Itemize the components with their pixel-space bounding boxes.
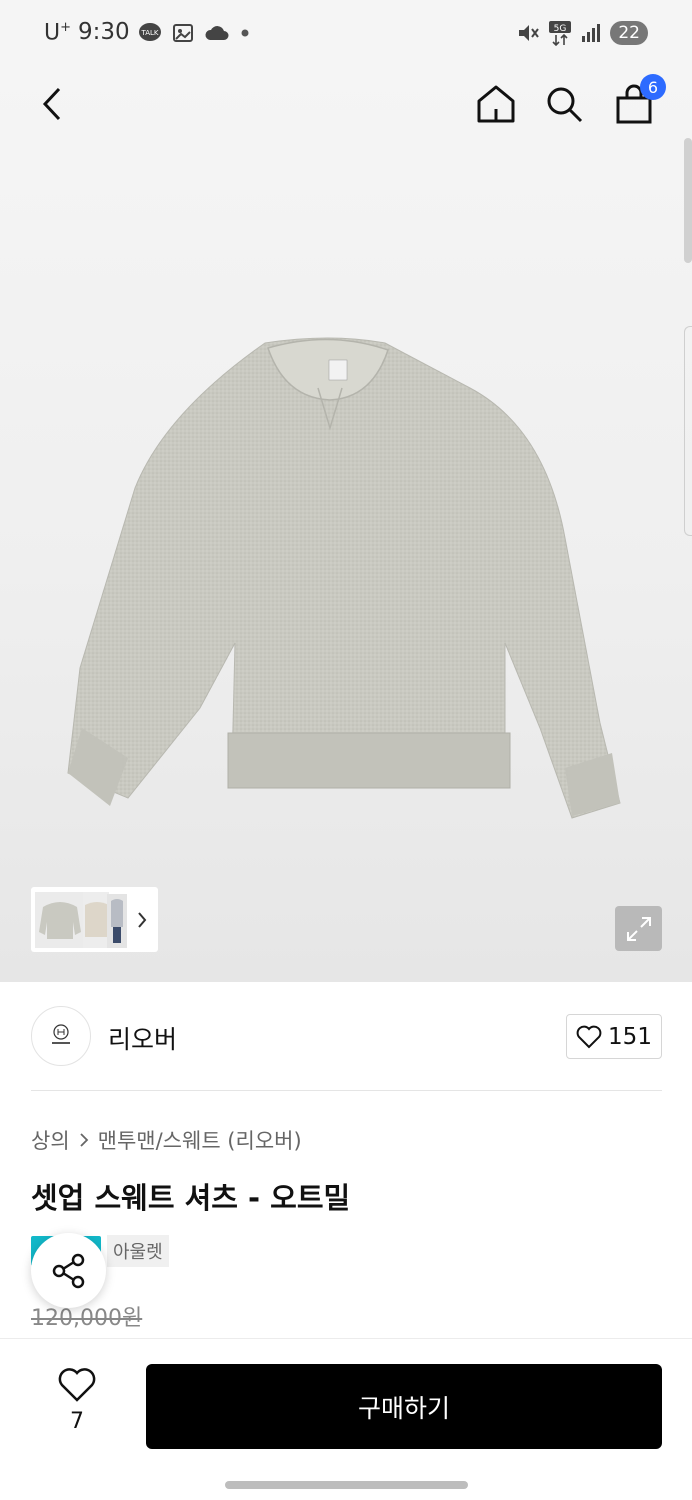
- brand-row: 리오버 151: [31, 1006, 662, 1066]
- brand-logo-mark: [52, 1024, 70, 1044]
- search-button[interactable]: [540, 80, 588, 128]
- notification-icons: TALK: [138, 22, 250, 44]
- brand-like-button[interactable]: 151: [566, 1014, 662, 1059]
- home-button[interactable]: [472, 80, 520, 128]
- brand-logo[interactable]: [31, 1006, 91, 1066]
- top-navigation: 6: [0, 68, 692, 138]
- sweatshirt-image: [67, 337, 621, 819]
- chevron-left-icon: [42, 87, 61, 121]
- breadcrumb: 상의 맨투맨/스웨트 (리오버): [31, 1125, 302, 1155]
- chevron-right-icon: [80, 1133, 88, 1147]
- expand-image-button[interactable]: [615, 906, 662, 951]
- original-price: 120,000원: [31, 1306, 143, 1331]
- wishlist-button[interactable]: 7: [52, 1367, 102, 1434]
- edge-panel-handle[interactable]: [684, 326, 692, 536]
- svg-text:TALK: TALK: [140, 29, 158, 37]
- carrier-label: U+: [44, 20, 72, 46]
- heart-icon: [58, 1368, 96, 1402]
- divider: [31, 1090, 662, 1091]
- cart-count-badge: 6: [640, 74, 666, 100]
- dot-icon: [241, 29, 249, 37]
- cloud-icon: [205, 26, 229, 40]
- image-thumbnails[interactable]: [31, 887, 158, 952]
- product-title: 셋업 스웨트 셔츠 - 오트밀: [31, 1181, 351, 1215]
- system-icons: 5G 22: [516, 20, 648, 46]
- search-icon: [547, 87, 583, 123]
- expand-icon: [626, 916, 651, 941]
- scroll-indicator[interactable]: [684, 138, 692, 263]
- share-icon: [52, 1253, 84, 1288]
- signal-icon: [582, 24, 601, 42]
- buy-button[interactable]: 구매하기: [146, 1364, 662, 1449]
- outlet-badge: 아울렛: [107, 1235, 169, 1267]
- battery-indicator: 22: [610, 21, 648, 45]
- network-5g-icon: 5G: [549, 21, 572, 46]
- mute-icon: [519, 25, 540, 41]
- share-button[interactable]: [31, 1233, 106, 1308]
- back-button[interactable]: [30, 80, 78, 128]
- breadcrumb-subcategory[interactable]: 맨투맨/스웨트 (리오버): [98, 1125, 302, 1155]
- talk-icon: TALK: [139, 23, 161, 41]
- heart-icon: [576, 1025, 602, 1048]
- status-bar: U+ 9:30 TALK 5G 22: [0, 0, 692, 68]
- home-indicator[interactable]: [225, 1481, 468, 1489]
- svg-text:5G: 5G: [554, 24, 567, 34]
- gallery-icon: [173, 24, 193, 42]
- breadcrumb-category[interactable]: 상의: [31, 1125, 70, 1155]
- brand-like-count: 151: [608, 1023, 652, 1050]
- thumbnail-images: [35, 892, 147, 948]
- wishlist-count: 7: [70, 1409, 84, 1434]
- status-time: 9:30: [78, 19, 130, 45]
- home-icon: [477, 85, 515, 123]
- cart-button[interactable]: 6: [610, 74, 666, 128]
- bottom-action-bar: 7 구매하기: [0, 1338, 692, 1500]
- brand-name[interactable]: 리오버: [108, 1020, 177, 1056]
- product-image-area[interactable]: [0, 68, 692, 982]
